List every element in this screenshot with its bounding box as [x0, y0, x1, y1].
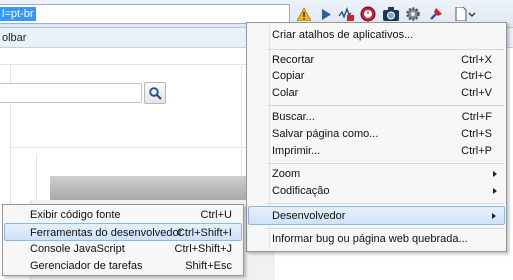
- menu-item-shortcut: Ctrl+S: [461, 128, 492, 140]
- menu-item-shortcut: Ctrl+V: [461, 87, 492, 99]
- page-divider: [10, 147, 246, 148]
- menu-item-zoom[interactable]: Zoom: [248, 165, 505, 183]
- chart-extension-icon[interactable]: [338, 6, 354, 22]
- page-menu: Criar atalhos de aplicativos... Recortar…: [246, 22, 507, 252]
- submenu-arrow-icon: [493, 188, 497, 194]
- menu-item-find[interactable]: Buscar... Ctrl+F: [248, 108, 505, 126]
- menu-item-label: Exibir código fonte: [30, 209, 121, 221]
- menu-separator: [267, 163, 504, 164]
- menu-item-label: Console JavaScript: [30, 243, 125, 255]
- menu-item-encoding[interactable]: Codificação: [248, 182, 505, 200]
- play-icon[interactable]: [318, 6, 334, 22]
- menu-separator: [267, 228, 504, 229]
- bookmarks-bar-label[interactable]: olbar: [2, 32, 26, 44]
- menu-item-report-bug[interactable]: Informar bug ou página web quebrada...: [248, 230, 505, 248]
- menu-item-label: Codificação: [272, 185, 330, 197]
- menu-item-task-manager[interactable]: Gerenciador de tarefas Shift+Esc: [4, 257, 242, 275]
- warning-icon[interactable]: [296, 6, 312, 22]
- developer-submenu: Exibir código fonte Ctrl+U Ferramentas d…: [2, 204, 244, 276]
- menu-item-label: Desenvolvedor: [272, 210, 346, 222]
- page-divider: [0, 64, 246, 65]
- menu-item-shortcut: Ctrl+F: [461, 111, 492, 123]
- menu-item-shortcut: Ctrl+P: [461, 145, 492, 157]
- menu-item-save-page-as[interactable]: Salvar página como... Ctrl+S: [248, 125, 505, 143]
- menu-item-shortcut: Ctrl+U: [200, 209, 232, 221]
- menu-separator: [267, 105, 504, 106]
- camera-icon[interactable]: [383, 6, 399, 22]
- page-banner: [50, 176, 275, 200]
- pin-icon[interactable]: [428, 6, 444, 22]
- submenu-arrow-icon: [492, 213, 496, 219]
- menu-item-paste[interactable]: Colar Ctrl+V: [248, 84, 505, 102]
- menu-item-view-source[interactable]: Exibir código fonte Ctrl+U: [4, 206, 242, 224]
- search-icon: [148, 86, 162, 100]
- menu-item-create-shortcuts[interactable]: Criar atalhos de aplicativos...: [248, 26, 505, 44]
- menu-separator: [267, 49, 504, 50]
- menu-item-label: Informar bug ou página web quebrada...: [272, 233, 468, 245]
- menu-item-label: Salvar página como...: [272, 128, 379, 140]
- clock-extension-icon[interactable]: [360, 6, 376, 22]
- menu-item-shortcut: Ctrl+C: [460, 70, 492, 82]
- page-menu-icon[interactable]: [452, 6, 478, 22]
- menu-item-label: Colar: [272, 87, 299, 99]
- menu-item-developer-tools[interactable]: Ferramentas do desenvolvedor Ctrl+Shift+…: [4, 223, 242, 241]
- menu-item-developer[interactable]: Desenvolvedor: [248, 206, 505, 225]
- submenu-arrow-icon: [493, 171, 497, 177]
- menu-item-label: Copiar: [272, 70, 305, 82]
- menu-item-shortcut: Ctrl+Shift+J: [174, 243, 232, 255]
- menu-item-label: Zoom: [272, 168, 301, 180]
- menu-item-label: Gerenciador de tarefas: [30, 260, 143, 272]
- menu-item-label: Buscar...: [272, 111, 315, 123]
- address-bar[interactable]: l=pt-br: [0, 4, 290, 24]
- gear-extension-icon[interactable]: [405, 6, 421, 22]
- menu-item-javascript-console[interactable]: Console JavaScript Ctrl+Shift+J: [4, 240, 242, 258]
- menu-item-copy[interactable]: Copiar Ctrl+C: [248, 67, 505, 85]
- search-input[interactable]: [0, 83, 142, 103]
- address-bar-url[interactable]: l=pt-br: [0, 7, 36, 21]
- menu-item-label: Criar atalhos de aplicativos...: [272, 29, 414, 41]
- menu-item-shortcut: Shift+Esc: [185, 260, 232, 272]
- menu-separator: [267, 203, 504, 204]
- menu-item-print[interactable]: Imprimir... Ctrl+P: [248, 142, 505, 160]
- search-button[interactable]: [144, 82, 166, 104]
- menu-item-label: Imprimir...: [272, 145, 321, 157]
